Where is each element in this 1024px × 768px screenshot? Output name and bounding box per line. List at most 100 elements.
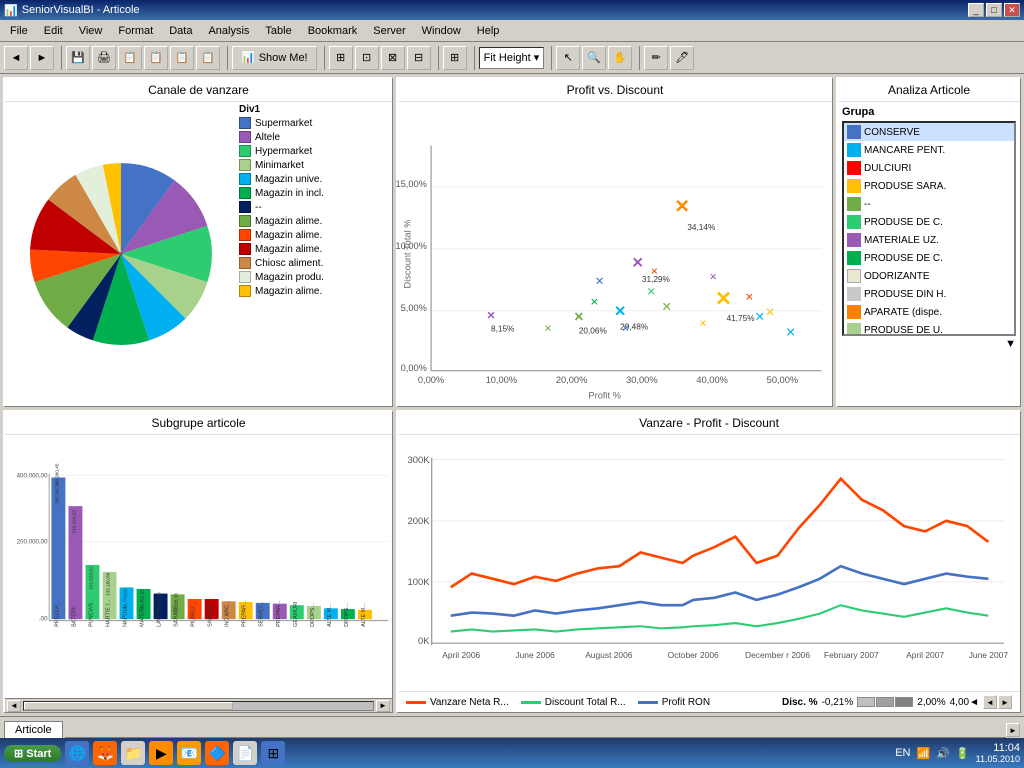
svg-text:71.096,18: 71.096,18 [157, 592, 162, 613]
svg-text:PREZER...: PREZER... [54, 600, 60, 627]
bar-chart-scrollbar[interactable]: ◄ ► [5, 698, 392, 712]
sep6 [548, 46, 552, 70]
analiza-item-11[interactable]: PRODUSE DE U. [844, 321, 1014, 336]
sep7 [636, 46, 640, 70]
taskbar-icon-ff[interactable]: 🦊 [93, 741, 117, 765]
window-controls: _ □ ✕ [968, 3, 1020, 17]
taskbar-icon-ie[interactable]: 🌐 [65, 741, 89, 765]
show-me-button[interactable]: 📊 Show Me! [232, 46, 317, 70]
zoom-tool[interactable]: 🔍 [582, 46, 606, 70]
tool3[interactable]: 📋 [170, 46, 194, 70]
svg-text:5,00%: 5,00% [401, 303, 427, 313]
cursor-tool[interactable]: ↖ [556, 46, 580, 70]
menu-file[interactable]: File [2, 23, 36, 39]
legend-item-4: Magazin unive. [239, 173, 390, 185]
start-button[interactable]: ⊞ Start [4, 745, 61, 762]
line-chart-container[interactable]: 300K 200K 100K 0K April 2006 June 2006 A… [398, 435, 1020, 691]
line-svg: 300K 200K 100K 0K April 2006 June 2006 A… [398, 435, 1020, 691]
pen-tool[interactable]: ✏ [644, 46, 668, 70]
tab-articole[interactable]: Articole [4, 721, 63, 738]
svg-text:ALTE M...: ALTE M... [361, 603, 367, 627]
disc-val-1: -0,21% [822, 697, 854, 708]
close-button[interactable]: ✕ [1004, 3, 1020, 17]
analiza-item-4[interactable]: -- [844, 195, 1014, 213]
tool5[interactable]: ⊞ [329, 46, 353, 70]
taskbar: ⊞ Start 🌐 🦊 📁 ▶ 📧 🔷 📄 ⊞ EN 📶 🔊 🔋 11:04 1… [0, 738, 1024, 768]
analiza-item-0[interactable]: CONSERVE [844, 123, 1014, 141]
scatter-chart-container[interactable]: Discount Total % 0,00% 5,00% 10,00% 15,0… [398, 102, 832, 406]
menu-format[interactable]: Format [110, 23, 161, 39]
taskbar-icon-app2[interactable]: 📄 [233, 741, 257, 765]
svg-text:PIUREU...: PIUREU... [191, 601, 197, 626]
analiza-item-2[interactable]: DULCIURI [844, 159, 1014, 177]
taskbar-battery-icon: 🔋 [956, 747, 970, 760]
analiza-item-6[interactable]: MATERIALE UZ. [844, 231, 1014, 249]
bar-chart-container[interactable]: 400.000,00 200.000,00 ,00 PREZER... 398.… [5, 435, 392, 698]
menu-bar: File Edit View Format Data Analysis Tabl… [0, 20, 1024, 42]
toolbar: ◄ ► 💾 🖨 📋 📋 📋 📋 📊 Show Me! ⊞ ⊡ ⊠ ⊟ ⊞ Fit… [0, 42, 1024, 74]
menu-analysis[interactable]: Analysis [200, 23, 257, 39]
fit-height-label: Fit Height ▾ [484, 51, 540, 64]
svg-text:✕: ✕ [709, 272, 717, 282]
menu-view[interactable]: View [71, 23, 111, 39]
svg-text:135.180,66: 135.180,66 [105, 572, 110, 596]
analiza-item-9[interactable]: PRODUSE DIN H. [844, 285, 1014, 303]
scroll-right-button[interactable]: ► [376, 700, 390, 712]
highlight-tool[interactable]: 🖊 [670, 46, 694, 70]
svg-text:50,00%: 50,00% [767, 375, 798, 385]
tool7[interactable]: ⊠ [381, 46, 405, 70]
hand-tool[interactable]: ✋ [608, 46, 632, 70]
tool4[interactable]: 📋 [196, 46, 220, 70]
analiza-item-7[interactable]: PRODUSE DE C. [844, 249, 1014, 267]
analiza-item-10[interactable]: APARATE (dispe. [844, 303, 1014, 321]
svg-text:✕: ✕ [674, 196, 690, 217]
tool6[interactable]: ⊡ [355, 46, 379, 70]
print-button[interactable]: 🖨 [92, 46, 116, 70]
tool9[interactable]: ⊞ [443, 46, 467, 70]
analiza-item-8[interactable]: ODORIZANTE [844, 267, 1014, 285]
svg-text:December r 2006: December r 2006 [745, 650, 810, 660]
menu-help[interactable]: Help [469, 23, 508, 39]
analiza-item-5[interactable]: PRODUSE DE C. [844, 213, 1014, 231]
legend-vanzare: Vanzare Neta R... [406, 697, 509, 708]
legend-item-2: Hypermarket [239, 145, 390, 157]
fit-height-dropdown[interactable]: Fit Height ▾ [479, 47, 545, 69]
disc-val-2: 2,00% [917, 697, 945, 708]
disc-next[interactable]: ► [998, 695, 1012, 709]
tool1[interactable]: 📋 [118, 46, 142, 70]
taskbar-icon-explorer[interactable]: 📁 [121, 741, 145, 765]
analiza-scroll-down[interactable]: ▼ [842, 338, 1016, 350]
analiza-item-3[interactable]: PRODUSE SARA. [844, 177, 1014, 195]
menu-bookmark[interactable]: Bookmark [300, 23, 366, 39]
menu-server[interactable]: Server [365, 23, 413, 39]
menu-table[interactable]: Table [257, 23, 299, 39]
sep5 [471, 46, 475, 70]
analiza-item-1[interactable]: MANCARE PENT. [844, 141, 1014, 159]
tab-bar: Articole ► [0, 716, 1024, 738]
disc-nav[interactable]: ◄ ► [983, 695, 1012, 709]
svg-text:316.224,23: 316.224,23 [71, 510, 76, 534]
menu-data[interactable]: Data [161, 23, 200, 39]
menu-window[interactable]: Window [414, 23, 469, 39]
svg-text:,00: ,00 [39, 616, 48, 623]
tab-scroll-right[interactable]: ► [1006, 723, 1020, 737]
pie-chart-container[interactable] [5, 102, 237, 406]
svg-text:✕: ✕ [595, 276, 605, 288]
taskbar-icon-app1[interactable]: 🔷 [205, 741, 229, 765]
pie-chart-panel: Canale de vanzare [3, 77, 393, 407]
back-button[interactable]: ◄ [4, 46, 28, 70]
taskbar-icon-outlook[interactable]: 📧 [177, 741, 201, 765]
taskbar-icon-media[interactable]: ▶ [149, 741, 173, 765]
disc-prev[interactable]: ◄ [983, 695, 997, 709]
analiza-content: Grupa CONSERVE MANCARE PENT. DULCIURI PR… [838, 102, 1020, 354]
tool8[interactable]: ⊟ [407, 46, 431, 70]
menu-edit[interactable]: Edit [36, 23, 71, 39]
analiza-list[interactable]: CONSERVE MANCARE PENT. DULCIURI PRODUSE … [842, 121, 1016, 336]
maximize-button[interactable]: □ [986, 3, 1002, 17]
minimize-button[interactable]: _ [968, 3, 984, 17]
tool2[interactable]: 📋 [144, 46, 168, 70]
forward-button[interactable]: ► [30, 46, 54, 70]
scroll-left-button[interactable]: ◄ [7, 700, 21, 712]
taskbar-icon-app3[interactable]: ⊞ [261, 741, 285, 765]
save-button[interactable]: 💾 [66, 46, 90, 70]
